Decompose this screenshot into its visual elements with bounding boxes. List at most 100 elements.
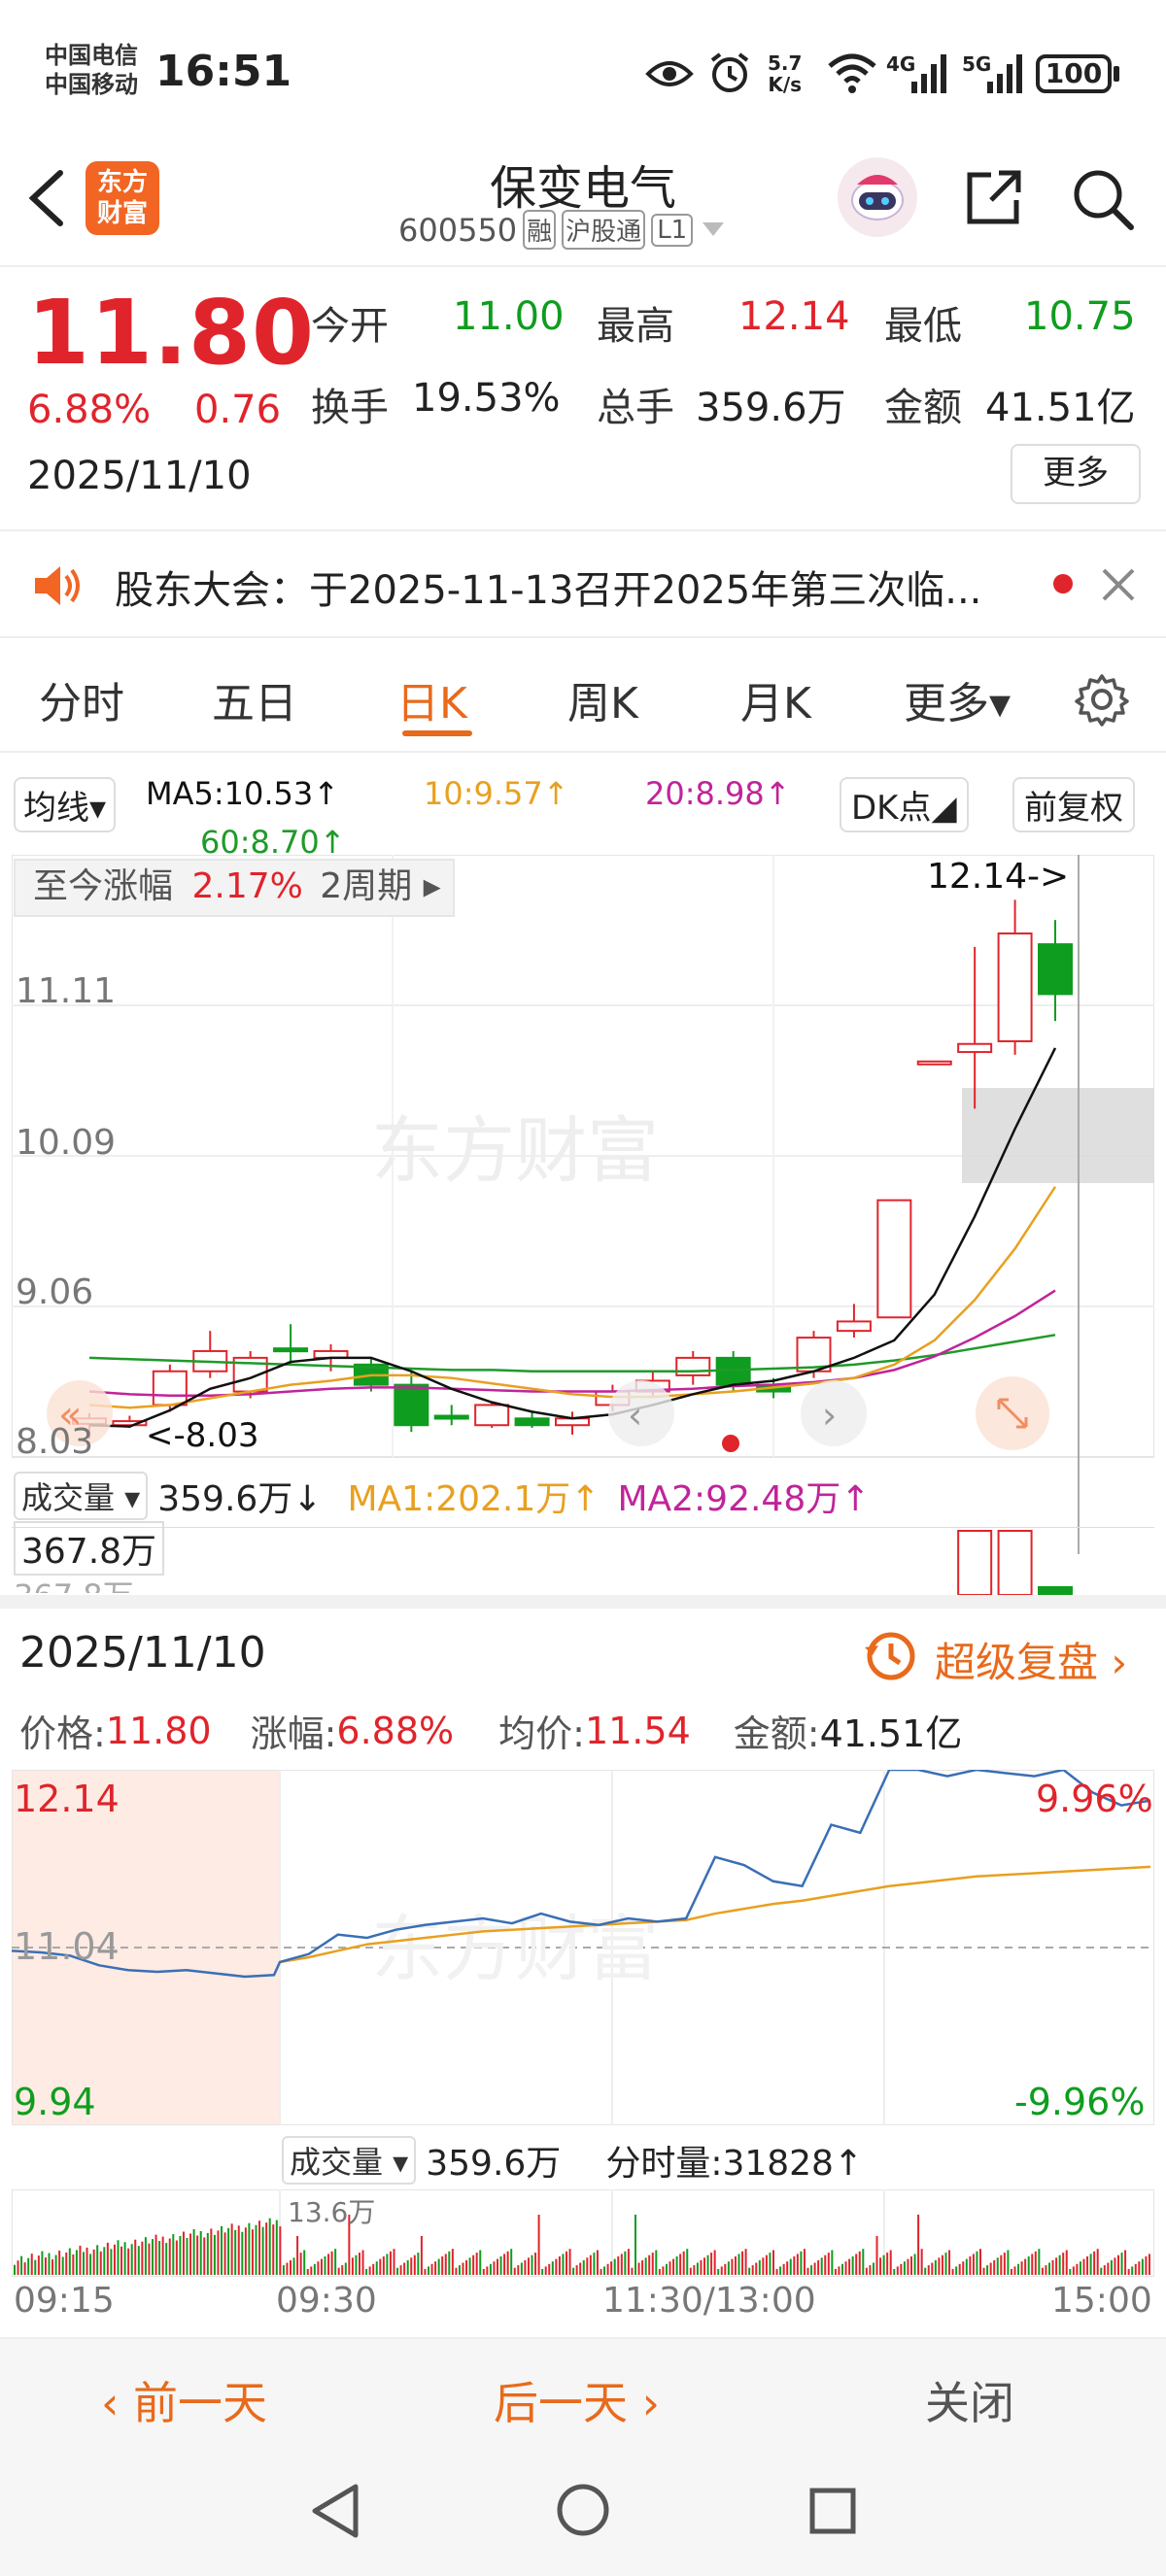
candle-body[interactable] [474,1404,510,1427]
intraday-volume-bar [189,2233,192,2275]
tab-weekly-k[interactable]: 周K [567,668,638,730]
intraday-volume-bar [1114,2257,1116,2275]
intraday-volume-bar [1003,2253,1006,2275]
min-price-marker: <-8.03 [146,1416,259,1455]
intraday-volume-bar [872,2262,874,2275]
price-adjust-button[interactable]: 前复权 [1012,777,1135,832]
intraday-volume-bar [810,2265,813,2275]
candle-body[interactable] [836,1320,872,1333]
intraday-volume-bar [1051,2259,1054,2275]
ma-selector[interactable]: 均线▾ [14,777,117,832]
intraday-volume-bar [324,2256,326,2275]
event-dot [722,1435,739,1452]
notice-bar[interactable]: 股东大会：于2025-11-13召开2025年第三次临... [0,529,1166,638]
intraday-volume-bar [758,2259,761,2275]
intraday-volume-bar [541,2269,544,2275]
intraday-volume-bar [817,2259,820,2275]
candle-body[interactable] [957,1042,993,1054]
net-speed-unit: K/s [768,73,803,96]
ai-assistant-icon[interactable] [838,157,917,237]
candle-body[interactable] [675,1356,711,1376]
quote-date: 2025/11/10 [27,454,252,498]
nav-home-icon[interactable] [556,2483,610,2537]
candle-body[interactable] [876,1199,912,1319]
candle-body[interactable] [514,1417,550,1427]
intraday-volume-bar [1089,2254,1092,2275]
intraday-volume-selector[interactable]: 成交量 ▾ [282,2136,417,2185]
close-icon[interactable] [1100,566,1137,603]
tab-intraday[interactable]: 分时 [39,668,124,730]
candle-body[interactable] [273,1347,309,1353]
intraday-volume-bar [969,2256,972,2275]
amount-label: 金额 [884,386,962,430]
candle-body[interactable] [997,932,1033,1042]
tab-more[interactable]: 更多▾ [904,668,1011,730]
intraday-volume-bar [600,2269,602,2275]
intraday-volume-bar [544,2266,547,2275]
intraday-chart[interactable]: 东方财富 [12,1770,1154,2125]
volume-bar [957,1530,993,1595]
intraday-volume-bar [65,2252,68,2275]
intraday-volume-bar [1038,2249,1041,2275]
intraday-volume-bar [806,2267,809,2275]
intraday-volume-bar [744,2249,747,2275]
intraday-volume-bar [61,2256,64,2275]
intraday-volume-bar [989,2262,992,2275]
intraday-volume-bar [751,2265,754,2275]
intraday-volume-bar [137,2246,140,2275]
intraday-volume-bar [359,2253,360,2275]
dk-point-button[interactable]: DK点◢ [840,777,969,832]
intraday-volume-bar [51,2259,54,2275]
candle-body[interactable] [433,1414,469,1420]
intraday-volume-bar [772,2250,774,2275]
intraday-volume-bar [410,2257,413,2275]
intraday-volume-bar [399,2265,402,2275]
intraday-volume-bar [482,2269,485,2275]
settings-gear-icon[interactable] [1075,672,1129,727]
intraday-volume-bar [1013,2266,1016,2275]
volume-selector[interactable]: 成交量 ▾ [14,1472,149,1520]
close-button[interactable]: 关闭 [925,2368,1014,2432]
nav-back-icon[interactable] [309,2483,361,2539]
super-replay-button[interactable]: 超级复盘 › [935,1630,1127,1689]
intraday-volume-bar [865,2267,868,2275]
stock-code: 600550 [398,211,518,249]
intraday-volume-bar [241,2231,244,2275]
candle-body[interactable] [916,1060,952,1066]
intraday-volume-bar [54,2254,57,2275]
intraday-volume-bar [313,2263,316,2275]
svg-text:‹: ‹ [628,1394,642,1437]
nav-recents-icon[interactable] [808,2487,857,2535]
tab-five-day[interactable]: 五日 [212,668,297,730]
intraday-volume-bar [37,2255,40,2275]
search-icon[interactable] [1069,165,1137,233]
more-button[interactable]: 更多 [1011,444,1141,504]
tab-daily-k[interactable]: 日K [396,668,467,730]
intraday-volume-bar [1020,2261,1023,2275]
share-icon[interactable] [962,165,1026,229]
intraday-volume-bar [320,2258,323,2275]
previous-day-button[interactable]: ‹ 前一天 [101,2368,267,2432]
intraday-volume-bar [627,2249,630,2275]
intraday-volume-bar [299,2253,302,2275]
intraday-volume-chart[interactable] [12,2189,1154,2277]
candle-body[interactable] [394,1383,429,1427]
intraday-volume-bar [955,2266,958,2275]
intraday-volume-bar [589,2254,592,2275]
tab-monthly-k[interactable]: 月K [740,668,811,730]
intraday-volume-bar [637,2262,640,2275]
intraday-volume-bar [1100,2267,1103,2275]
candle-body[interactable] [1038,943,1073,996]
range-change-box[interactable]: 至今涨幅 2.17% 2周期 ▸ [14,859,455,917]
replay-icon[interactable] [863,1628,919,1684]
intraday-volume-bar [524,2259,527,2275]
intraday-volume-bar [83,2252,85,2275]
current-price: 11.80 [27,281,316,385]
intraday-volume-bar [510,2249,513,2275]
candle-body[interactable] [152,1370,188,1407]
dropdown-triangle-icon[interactable] [703,221,725,238]
kline-volume-chart[interactable] [12,1527,1154,1595]
next-day-button[interactable]: 后一天 › [494,2368,660,2432]
intraday-volume-bar [327,2254,330,2275]
intraday-volume-bar [551,2261,554,2275]
